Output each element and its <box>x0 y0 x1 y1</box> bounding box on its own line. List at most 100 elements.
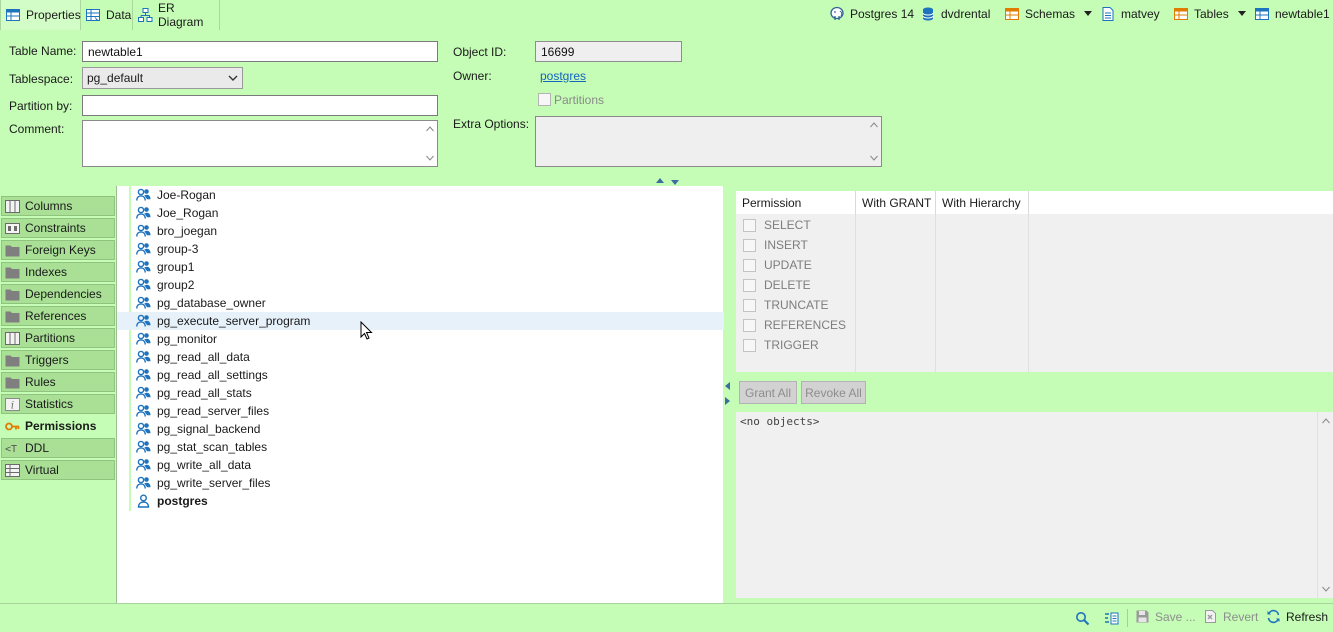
header-with-hierarchy[interactable]: With Hierarchy <box>936 191 1029 214</box>
list-item[interactable]: bro_joegan <box>117 222 724 240</box>
list-item[interactable]: postgres <box>117 492 724 510</box>
permission-checkbox[interactable] <box>743 278 756 292</box>
sidebar-item-references[interactable]: References <box>1 306 115 326</box>
permission-checkbox[interactable] <box>743 258 756 272</box>
objects-panel: <no objects> <box>736 412 1333 598</box>
objects-scrollbar[interactable] <box>1317 412 1333 598</box>
tablespace-select[interactable]: pg_default <box>82 67 243 89</box>
revoke-all-button[interactable]: Revoke All <box>801 381 866 404</box>
breadcrumb-postgres[interactable]: Postgres 14 <box>829 6 914 22</box>
tab-label: Properties <box>26 8 81 22</box>
extra-options-textarea[interactable] <box>535 116 882 167</box>
breadcrumb-schema[interactable]: matvey <box>1100 6 1160 22</box>
list-item[interactable]: pg_read_server_files <box>117 402 724 420</box>
sidebar-item-partitions[interactable]: Partitions <box>1 328 115 348</box>
list-item[interactable]: pg_stat_scan_tables <box>117 438 724 456</box>
list-item[interactable]: pg_read_all_data <box>117 348 724 366</box>
filter-settings-button[interactable] <box>1104 611 1119 626</box>
breadcrumb-database[interactable]: dvdrental <box>920 6 990 22</box>
tab-data[interactable]: Data <box>81 0 133 30</box>
chevron-down-icon[interactable] <box>1084 11 1092 16</box>
permission-checkbox[interactable] <box>743 318 756 332</box>
permission-row[interactable]: INSERT <box>736 235 808 255</box>
scroll-up-icon[interactable] <box>1322 418 1330 424</box>
sidebar-item-constraints[interactable]: Constraints <box>1 218 115 238</box>
list-item-label: pg_read_all_settings <box>157 368 268 382</box>
breadcrumb-tables[interactable]: Tables <box>1173 6 1229 22</box>
sidebar-item-statistics[interactable]: i Statistics <box>1 394 115 414</box>
permission-row[interactable]: DELETE <box>736 275 811 295</box>
data-grid-icon <box>85 7 101 23</box>
sidebar-item-triggers[interactable]: Triggers <box>1 350 115 370</box>
permission-checkbox[interactable] <box>743 338 756 352</box>
owner-link[interactable]: postgres <box>540 69 586 83</box>
permissions-table[interactable]: Permission With GRANT With Hierarchy SEL… <box>736 191 1333 372</box>
folder-icon <box>5 376 20 389</box>
scroll-down-icon[interactable] <box>426 155 434 161</box>
extra-options-scrollbar[interactable] <box>867 117 881 166</box>
sidebar-item-indexes[interactable]: Indexes <box>1 262 115 282</box>
partitions-checkbox[interactable] <box>538 93 551 106</box>
comment-scrollbar[interactable] <box>423 121 437 166</box>
list-item[interactable]: pg_signal_backend <box>117 420 724 438</box>
partition-by-input[interactable] <box>82 95 438 116</box>
sidebar-item-label: Constraints <box>25 221 86 235</box>
refresh-button[interactable]: Refresh <box>1266 609 1328 624</box>
expand-right-icon[interactable] <box>725 397 730 405</box>
permission-checkbox[interactable] <box>743 238 756 252</box>
list-item[interactable]: pg_read_all_stats <box>117 384 724 402</box>
permission-row[interactable]: SELECT <box>736 215 811 235</box>
group-icon <box>136 206 151 220</box>
comment-textarea[interactable] <box>82 120 438 167</box>
object-id-field[interactable] <box>535 41 682 62</box>
header-permission[interactable]: Permission <box>736 191 856 214</box>
sidebar-item-columns[interactable]: Columns <box>1 196 115 216</box>
scroll-up-icon[interactable] <box>426 126 434 132</box>
breadcrumb-table[interactable]: newtable1 <box>1254 6 1330 22</box>
permission-label: SELECT <box>764 218 811 232</box>
collapse-up-icon[interactable] <box>656 178 664 183</box>
tab-label: ER Diagram <box>158 1 204 29</box>
permission-checkbox[interactable] <box>743 218 756 232</box>
list-item[interactable]: pg_execute_server_program <box>117 312 724 330</box>
list-item[interactable]: pg_write_server_files <box>117 474 724 492</box>
header-with-grant[interactable]: With GRANT <box>856 191 936 214</box>
list-item[interactable]: group1 <box>117 258 724 276</box>
permission-row[interactable]: UPDATE <box>736 255 812 275</box>
list-item[interactable]: pg_database_owner <box>117 294 724 312</box>
list-item[interactable]: pg_read_all_settings <box>117 366 724 384</box>
list-item[interactable]: group-3 <box>117 240 724 258</box>
revert-button[interactable]: Revert <box>1203 609 1258 624</box>
sidebar-item-rules[interactable]: Rules <box>1 372 115 392</box>
permission-row[interactable]: REFERENCES <box>736 315 846 335</box>
breadcrumb-schemas[interactable]: Schemas <box>1004 6 1075 22</box>
sidebar-item-ddl[interactable]: <T DDL <box>1 438 115 458</box>
tab-er-diagram[interactable]: ER Diagram <box>133 0 220 30</box>
permission-row[interactable]: TRIGGER <box>736 335 819 355</box>
list-item[interactable]: group2 <box>117 276 724 294</box>
grant-all-button[interactable]: Grant All <box>739 381 797 404</box>
scroll-down-icon[interactable] <box>1322 586 1330 592</box>
sidebar-item-foreign-keys[interactable]: Foreign Keys <box>1 240 115 260</box>
collapse-left-icon[interactable] <box>725 382 730 390</box>
list-item[interactable]: Joe-Rogan <box>117 186 724 204</box>
comment-label: Comment: <box>9 122 65 136</box>
tab-properties[interactable]: Properties <box>0 0 81 30</box>
sidebar-item-virtual[interactable]: Virtual <box>1 460 115 480</box>
list-item[interactable]: pg_write_all_data <box>117 456 724 474</box>
expand-down-icon[interactable] <box>671 180 679 185</box>
sidebar-item-dependencies[interactable]: Dependencies <box>1 284 115 304</box>
permission-row[interactable]: TRUNCATE <box>736 295 828 315</box>
scroll-down-icon[interactable] <box>870 155 878 161</box>
search-button[interactable] <box>1075 611 1090 626</box>
user-list[interactable]: Joe-Rogan Joe_Rogan bro_joegan group-3 group… <box>116 186 724 603</box>
list-item[interactable]: Joe_Rogan <box>117 204 724 222</box>
sidebar-item-permissions[interactable]: Permissions <box>1 416 115 436</box>
table-name-input[interactable] <box>82 41 438 62</box>
user-icon <box>136 494 151 508</box>
scroll-up-icon[interactable] <box>870 122 878 128</box>
list-item[interactable]: pg_monitor <box>117 330 724 348</box>
permission-checkbox[interactable] <box>743 298 756 312</box>
save-button[interactable]: Save ... <box>1135 609 1196 624</box>
chevron-down-icon[interactable] <box>1238 11 1246 16</box>
